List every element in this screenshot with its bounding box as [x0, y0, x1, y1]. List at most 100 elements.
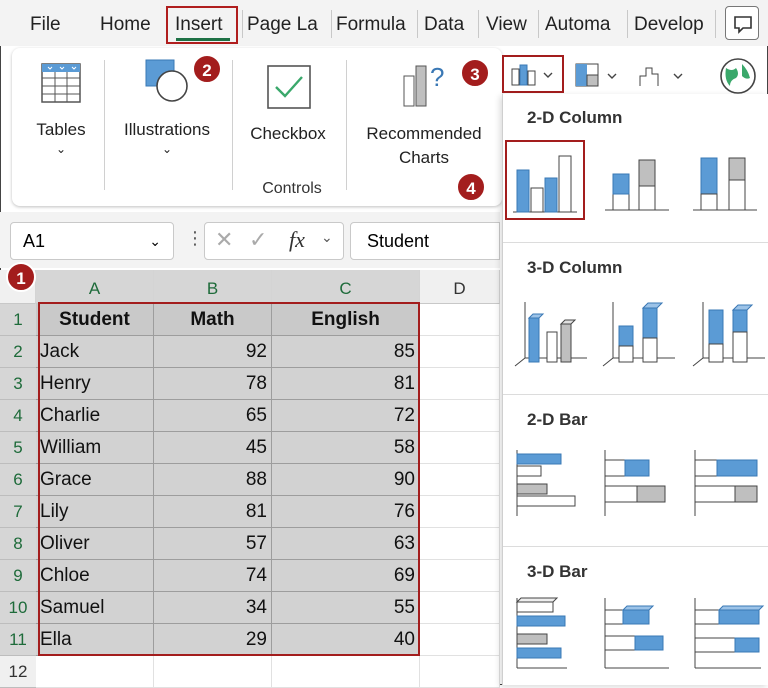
- table-cell[interactable]: Chloe: [36, 560, 154, 592]
- row-header[interactable]: 2: [0, 336, 36, 368]
- table-cell[interactable]: 29: [154, 624, 272, 656]
- checkbox-button[interactable]: Checkbox: [240, 54, 336, 164]
- empty-cell[interactable]: [154, 656, 272, 688]
- table-cell[interactable]: 45: [154, 432, 272, 464]
- empty-cell[interactable]: [420, 432, 500, 464]
- row-header[interactable]: 5: [0, 432, 36, 464]
- empty-cell[interactable]: [420, 528, 500, 560]
- 3d-clustered-bar-option[interactable]: [511, 594, 591, 674]
- waterfall-chart-button[interactable]: [634, 58, 688, 92]
- stacked-bar-option[interactable]: [599, 444, 679, 524]
- row-header[interactable]: 11: [0, 624, 36, 656]
- tab-page-layout[interactable]: Page La: [247, 0, 327, 46]
- table-cell[interactable]: Charlie: [36, 400, 154, 432]
- 3d-clustered-column-option[interactable]: [511, 292, 591, 372]
- table-cell[interactable]: Henry: [36, 368, 154, 400]
- row-header[interactable]: 6: [0, 464, 36, 496]
- waterfall-chart-icon: [639, 67, 683, 86]
- tab-file[interactable]: File: [30, 0, 70, 46]
- empty-cell[interactable]: [420, 624, 500, 656]
- empty-cell[interactable]: [420, 304, 500, 336]
- tab-view[interactable]: View: [486, 0, 534, 46]
- row-header[interactable]: 7: [0, 496, 36, 528]
- table-cell[interactable]: 85: [272, 336, 420, 368]
- table-header-cell[interactable]: Student: [36, 304, 154, 336]
- chevron-down-icon[interactable]: ⌄: [321, 229, 333, 246]
- clustered-column-option[interactable]: [505, 140, 585, 220]
- more-options-icon[interactable]: ⋮: [186, 228, 204, 249]
- table-cell[interactable]: 72: [272, 400, 420, 432]
- table-cell[interactable]: 34: [154, 592, 272, 624]
- table-cell[interactable]: Samuel: [36, 592, 154, 624]
- table-cell[interactable]: Grace: [36, 464, 154, 496]
- table-cell[interactable]: Jack: [36, 336, 154, 368]
- empty-cell[interactable]: [420, 464, 500, 496]
- table-cell[interactable]: 58: [272, 432, 420, 464]
- table-cell[interactable]: 76: [272, 496, 420, 528]
- table-cell[interactable]: 92: [154, 336, 272, 368]
- empty-cell[interactable]: [420, 496, 500, 528]
- 100-stacked-bar-option[interactable]: [689, 444, 768, 524]
- column-header-c[interactable]: C: [272, 270, 420, 304]
- empty-cell[interactable]: [420, 656, 500, 688]
- table-cell[interactable]: 74: [154, 560, 272, 592]
- empty-cell[interactable]: [420, 368, 500, 400]
- column-header-a[interactable]: A: [36, 270, 154, 304]
- table-cell[interactable]: 55: [272, 592, 420, 624]
- enter-icon[interactable]: ✓: [249, 227, 267, 253]
- table-header-cell[interactable]: Math: [154, 304, 272, 336]
- tables-button[interactable]: Tables ⌄: [22, 54, 100, 164]
- 3d-100-stacked-column-option[interactable]: [689, 292, 768, 372]
- tab-developer[interactable]: Develop: [634, 0, 712, 46]
- 3d-stacked-bar-option[interactable]: [599, 594, 679, 674]
- table-cell[interactable]: Lily: [36, 496, 154, 528]
- 3d-100-stacked-bar-option[interactable]: [689, 594, 768, 674]
- row-header[interactable]: 4: [0, 400, 36, 432]
- table-cell[interactable]: 78: [154, 368, 272, 400]
- cancel-icon[interactable]: ✕: [215, 227, 233, 253]
- table-cell[interactable]: 69: [272, 560, 420, 592]
- 3d-stacked-column-option[interactable]: [599, 292, 679, 372]
- row-header[interactable]: 3: [0, 368, 36, 400]
- table-header-cell[interactable]: English: [272, 304, 420, 336]
- row-header[interactable]: 10: [0, 592, 36, 624]
- row-header[interactable]: 1: [0, 304, 36, 336]
- tab-data[interactable]: Data: [424, 0, 474, 46]
- row-header[interactable]: 12: [0, 656, 36, 688]
- comments-button[interactable]: [725, 6, 759, 40]
- formula-input[interactable]: Student: [350, 222, 500, 260]
- empty-cell[interactable]: [420, 560, 500, 592]
- table-cell[interactable]: 40: [272, 624, 420, 656]
- empty-cell[interactable]: [420, 592, 500, 624]
- row-header[interactable]: 9: [0, 560, 36, 592]
- tab-home[interactable]: Home: [100, 0, 160, 46]
- empty-cell[interactable]: [272, 656, 420, 688]
- empty-cell[interactable]: [420, 336, 500, 368]
- table-cell[interactable]: 63: [272, 528, 420, 560]
- stacked-column-option[interactable]: [599, 140, 679, 220]
- empty-cell[interactable]: [36, 656, 154, 688]
- table-cell[interactable]: 65: [154, 400, 272, 432]
- table-cell[interactable]: 81: [272, 368, 420, 400]
- maps-chart-button[interactable]: [712, 54, 764, 96]
- 100-stacked-column-option[interactable]: [687, 140, 767, 220]
- table-cell[interactable]: Oliver: [36, 528, 154, 560]
- table-cell[interactable]: Ella: [36, 624, 154, 656]
- table-cell[interactable]: William: [36, 432, 154, 464]
- table-cell[interactable]: 90: [272, 464, 420, 496]
- hierarchy-chart-button[interactable]: [572, 58, 624, 92]
- row-header[interactable]: 8: [0, 528, 36, 560]
- column-header-d[interactable]: D: [420, 270, 500, 304]
- clustered-bar-option[interactable]: [511, 444, 591, 524]
- tab-automate[interactable]: Automa: [545, 0, 623, 46]
- table-cell[interactable]: 57: [154, 528, 272, 560]
- insert-column-chart-button[interactable]: [502, 55, 564, 93]
- tab-formulas[interactable]: Formula: [336, 0, 414, 46]
- name-box[interactable]: A1 ⌄: [10, 222, 174, 260]
- clustered-column-icon: [513, 155, 577, 213]
- table-cell[interactable]: 88: [154, 464, 272, 496]
- table-cell[interactable]: 81: [154, 496, 272, 528]
- column-header-b[interactable]: B: [154, 270, 272, 304]
- empty-cell[interactable]: [420, 400, 500, 432]
- insert-function-icon[interactable]: fx: [289, 227, 305, 253]
